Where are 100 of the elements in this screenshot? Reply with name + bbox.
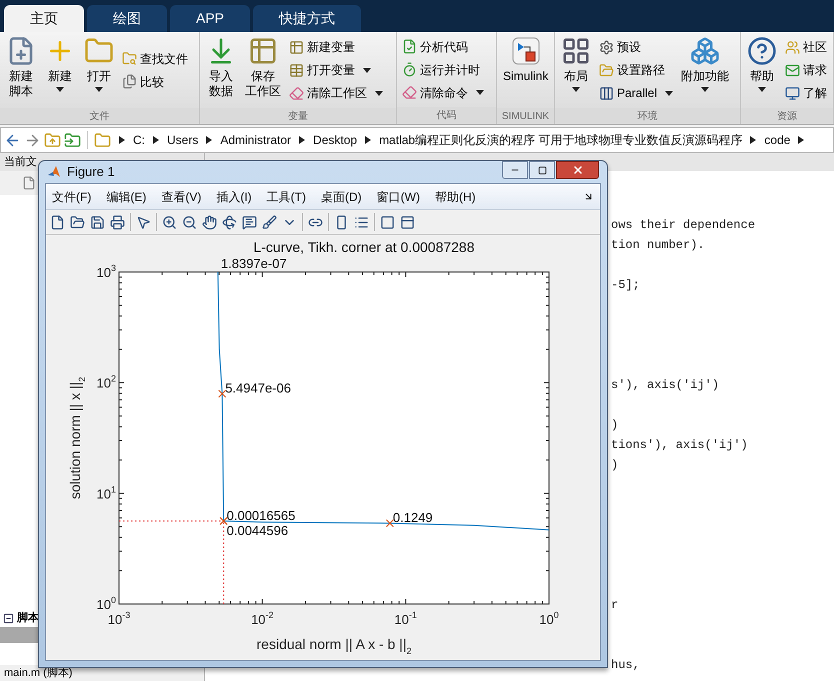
toolstrip-button[interactable]: Parallel bbox=[599, 82, 674, 104]
group-label: 资源 bbox=[777, 110, 797, 124]
toolbar-icon[interactable] bbox=[354, 214, 369, 230]
toolbar-icon[interactable] bbox=[90, 214, 105, 230]
app-logo-icon bbox=[47, 165, 61, 179]
toolbar-icon[interactable] bbox=[162, 214, 177, 230]
caret-icon bbox=[363, 68, 371, 72]
path-separator-icon bbox=[299, 136, 306, 144]
group-label: 环境 bbox=[638, 110, 658, 124]
toolstrip-button[interactable]: 布局 bbox=[558, 32, 594, 108]
toolstrip-icon bbox=[122, 51, 137, 66]
menu-item[interactable]: 帮助(H) bbox=[434, 188, 476, 206]
cross-marker-icon bbox=[386, 519, 394, 528]
path-segment[interactable]: code bbox=[764, 131, 790, 149]
x-tick-label: 10$^{0}$ bbox=[539, 610, 559, 627]
toolstrip-icon bbox=[599, 62, 614, 78]
y-tick-label: 10$^{1}$ bbox=[96, 484, 116, 502]
toolbar-icon[interactable] bbox=[50, 214, 65, 230]
toolstrip-button[interactable]: 运行并计时 bbox=[402, 58, 484, 81]
toolstrip-button[interactable]: 清除工作区 bbox=[289, 82, 383, 104]
toolstrip-icon bbox=[402, 39, 417, 54]
toolstrip-button[interactable]: 分析代码 bbox=[402, 36, 484, 58]
ribbon-tab[interactable]: 快捷方式 bbox=[253, 5, 362, 32]
path-separator-icon bbox=[206, 136, 212, 144]
group-label: 变量 bbox=[288, 110, 308, 124]
toolstrip-button[interactable]: Simulink bbox=[500, 32, 552, 108]
path-segment[interactable]: Desktop bbox=[313, 131, 358, 149]
menu-item[interactable]: 桌面(D) bbox=[320, 188, 362, 206]
toolbar-icon[interactable] bbox=[380, 214, 395, 230]
maximize-icon bbox=[538, 166, 546, 174]
menu-item[interactable]: 文件(F) bbox=[52, 188, 92, 206]
toolstrip-icon bbox=[747, 36, 777, 66]
toolbar-icon[interactable] bbox=[70, 214, 85, 230]
toolstrip-button[interactable]: 设置路径 bbox=[599, 59, 674, 81]
toolbar-icon[interactable] bbox=[222, 214, 237, 230]
toolbar-icon[interactable] bbox=[110, 214, 125, 230]
path-segment[interactable]: Administrator bbox=[220, 131, 292, 149]
browse-folder-icon[interactable] bbox=[64, 132, 81, 148]
point-label: 0.1249 bbox=[392, 510, 433, 526]
ribbon-tab[interactable]: APP bbox=[170, 5, 250, 32]
close-icon bbox=[572, 164, 584, 176]
toolstrip-button[interactable]: 打开 bbox=[81, 32, 117, 108]
path-segment[interactable]: Users bbox=[167, 131, 198, 149]
toolstrip-icon bbox=[289, 86, 304, 100]
ribbon-tab[interactable]: 绘图 bbox=[87, 5, 167, 32]
toolstrip-icon bbox=[599, 86, 614, 100]
dock-icon[interactable] bbox=[583, 191, 594, 202]
toolstrip-button[interactable]: 请求 bbox=[785, 59, 827, 81]
toolstrip-icon bbox=[402, 85, 417, 100]
model-block-icon bbox=[510, 36, 541, 66]
ribbon-tab[interactable]: 主页 bbox=[4, 5, 84, 32]
toolstrip-button[interactable]: 社区 bbox=[785, 36, 827, 58]
path-separator-icon bbox=[798, 136, 804, 144]
toolstrip-button[interactable]: 保存 工作区 bbox=[242, 32, 284, 108]
path-segment[interactable]: C: bbox=[133, 131, 145, 149]
code-line: r bbox=[611, 597, 618, 614]
toolstrip-button[interactable]: 附加功能 bbox=[678, 32, 732, 108]
x-tick-label: 10$^{-3}$ bbox=[108, 610, 130, 627]
menu-item[interactable]: 编辑(E) bbox=[106, 188, 146, 206]
code-line: -5]; bbox=[611, 277, 640, 294]
toolstrip-icon bbox=[785, 62, 800, 78]
toolstrip-button[interactable]: 新建变量 bbox=[289, 36, 383, 58]
menu-item[interactable]: 工具(T) bbox=[266, 188, 306, 206]
y-tick-label: 10$^{3}$ bbox=[96, 263, 116, 280]
toolstrip-button[interactable]: 比较 bbox=[122, 70, 188, 92]
menu-item[interactable]: 插入(I) bbox=[216, 188, 252, 206]
folder-icon bbox=[94, 132, 111, 148]
toolstrip-icon bbox=[561, 36, 591, 66]
toolbar-icon[interactable] bbox=[334, 214, 349, 230]
toolstrip-button[interactable]: 导入 数据 bbox=[203, 32, 239, 108]
toolbar-icon[interactable] bbox=[242, 214, 257, 230]
toolstrip-button[interactable]: 帮助 bbox=[744, 32, 780, 108]
toolstrip-button[interactable]: 预设 bbox=[599, 36, 674, 58]
toolstrip-button[interactable]: 打开变量 bbox=[289, 59, 383, 81]
x-tick-label: 10$^{-2}$ bbox=[251, 610, 274, 627]
path-segment[interactable]: matlab编程正则化反演的程序 可用于地球物理专业数值反演源码程序 bbox=[379, 131, 742, 149]
toolstrip-button[interactable]: 新建 bbox=[42, 32, 78, 108]
x-tick-label: 10$^{-1}$ bbox=[394, 610, 417, 627]
toolbar-icon[interactable] bbox=[182, 214, 197, 230]
toolbar-icon[interactable] bbox=[202, 214, 217, 230]
section-header: 脚本 bbox=[17, 610, 39, 626]
close-button[interactable] bbox=[556, 161, 599, 179]
code-line: ows their dependence bbox=[611, 217, 756, 234]
collapse-icon[interactable] bbox=[3, 612, 14, 624]
menu-item[interactable]: 窗口(W) bbox=[376, 188, 420, 206]
toolstrip-button[interactable]: 查找文件 bbox=[122, 48, 188, 70]
toolbar-icon[interactable] bbox=[400, 214, 415, 230]
caret-icon bbox=[476, 90, 484, 96]
toolstrip-button[interactable]: 清除命令 bbox=[402, 82, 484, 104]
menu-item[interactable]: 查看(V) bbox=[161, 188, 202, 206]
cross-marker-icon bbox=[218, 390, 226, 398]
maximize-button[interactable] bbox=[529, 161, 555, 179]
panel-title: 当前文 bbox=[4, 154, 37, 170]
code-line: ) bbox=[611, 457, 618, 474]
toolstrip-button[interactable]: 新建 脚本 bbox=[3, 32, 39, 108]
code-line: tions'), axis('ij') bbox=[611, 437, 748, 454]
path-separator-icon bbox=[365, 136, 372, 144]
toolbar-icon[interactable] bbox=[136, 214, 151, 230]
toolstrip-button[interactable]: 了解 bbox=[785, 82, 827, 104]
toolbar-icon[interactable] bbox=[262, 214, 277, 230]
